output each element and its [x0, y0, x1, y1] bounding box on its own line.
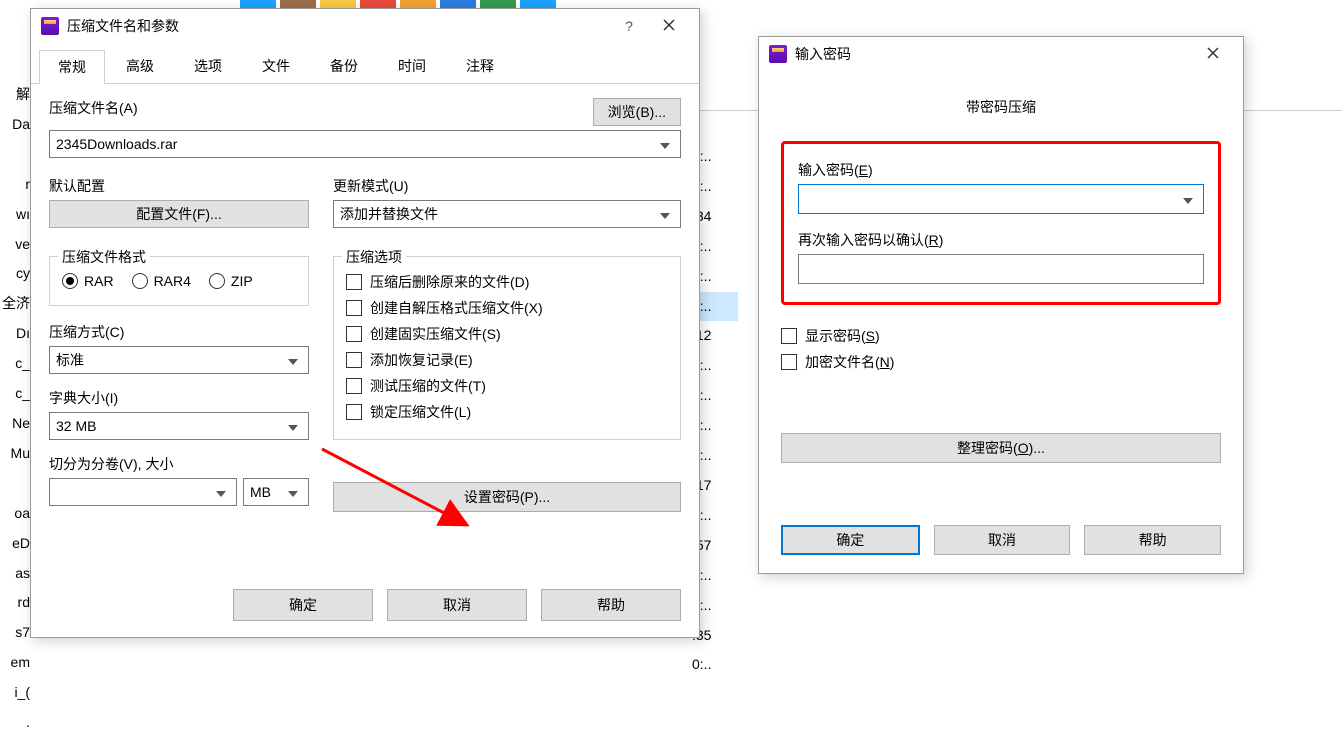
- password-dialog: 输入密码 带密码压缩 输入密码(E) 再次输入密码以确认(R) 显示密码(S): [758, 36, 1244, 574]
- chevron-down-icon[interactable]: [284, 418, 302, 434]
- annotation-highlight-box: 输入密码(E) 再次输入密码以确认(R): [781, 141, 1221, 305]
- format-radios: RAR RAR4 ZIP: [62, 273, 296, 289]
- checkbox-icon: [346, 378, 362, 394]
- set-password-button[interactable]: 设置密码(P)...: [333, 482, 681, 512]
- default-profile-label: 默认配置: [49, 176, 309, 196]
- confirm-password-label: 再次输入密码以确认(R): [798, 230, 1204, 250]
- split-size-combo[interactable]: [49, 478, 237, 506]
- format-radio-rar4[interactable]: RAR4: [132, 273, 191, 289]
- winrar-icon: [769, 45, 787, 63]
- tab-时间[interactable]: 时间: [379, 49, 445, 83]
- encrypt-filenames-checkbox[interactable]: 加密文件名(N): [781, 349, 1221, 375]
- ok-button[interactable]: 确定: [233, 589, 373, 621]
- checkbox-icon: [346, 326, 362, 342]
- ok-button[interactable]: 确定: [781, 525, 920, 555]
- help-button[interactable]: 帮助: [1084, 525, 1221, 555]
- checkbox-icon: [781, 328, 797, 344]
- enter-password-label: 输入密码(E): [798, 160, 1204, 180]
- tab-备份[interactable]: 备份: [311, 49, 377, 83]
- split-label: 切分为分卷(V), 大小: [49, 454, 309, 474]
- option-checkbox[interactable]: 添加恢复记录(E): [346, 347, 668, 373]
- bg-left-fragments: 解 Da r wı ve cy 全济 Dı c_ c_ Ne Mu oa eD …: [0, 80, 30, 738]
- tab-文件[interactable]: 文件: [243, 49, 309, 83]
- titlebar: 压缩文件名和参数 ?: [31, 9, 699, 43]
- checkbox-icon: [346, 352, 362, 368]
- option-checkbox[interactable]: 创建固实压缩文件(S): [346, 321, 668, 347]
- tab-高级[interactable]: 高级: [107, 49, 173, 83]
- close-icon[interactable]: [1193, 46, 1233, 62]
- dict-combo[interactable]: 32 MB: [49, 412, 309, 440]
- format-radio-rar[interactable]: RAR: [62, 273, 114, 289]
- help-button[interactable]: 帮助: [541, 589, 681, 621]
- cancel-button[interactable]: 取消: [387, 589, 527, 621]
- method-combo[interactable]: 标准: [49, 346, 309, 374]
- archive-name-value: 2345Downloads.rar: [56, 136, 177, 152]
- update-mode-label: 更新模式(U): [333, 176, 681, 196]
- confirm-password-input[interactable]: [798, 254, 1204, 284]
- tab-选项[interactable]: 选项: [175, 49, 241, 83]
- options-group-label: 压缩选项: [342, 247, 406, 267]
- dialog-title: 输入密码: [795, 44, 1193, 64]
- profiles-button[interactable]: 配置文件(F)...: [49, 200, 309, 228]
- update-mode-combo[interactable]: 添加并替换文件: [333, 200, 681, 228]
- option-checkbox[interactable]: 压缩后删除原来的文件(D): [346, 269, 668, 295]
- options-list: 压缩后删除原来的文件(D)创建自解压格式压缩文件(X)创建固实压缩文件(S)添加…: [346, 269, 668, 425]
- cancel-button[interactable]: 取消: [934, 525, 1071, 555]
- checkbox-icon: [346, 404, 362, 420]
- chevron-down-icon[interactable]: [656, 206, 674, 222]
- format-group-label: 压缩文件格式: [58, 247, 150, 267]
- show-password-checkbox[interactable]: 显示密码(S): [781, 323, 1221, 349]
- dialog-title: 压缩文件名和参数: [67, 16, 609, 36]
- archive-name-combo[interactable]: 2345Downloads.rar: [49, 130, 681, 158]
- chevron-down-icon[interactable]: [1179, 191, 1197, 207]
- split-unit-combo[interactable]: MB: [243, 478, 309, 506]
- checkbox-icon: [781, 354, 797, 370]
- method-label: 压缩方式(C): [49, 322, 309, 342]
- chevron-down-icon[interactable]: [212, 484, 230, 500]
- archive-name-label: 压缩文件名(A): [49, 98, 138, 118]
- option-checkbox[interactable]: 锁定压缩文件(L): [346, 399, 668, 425]
- dict-label: 字典大小(I): [49, 388, 309, 408]
- tab-注释[interactable]: 注释: [447, 49, 513, 83]
- password-input[interactable]: [798, 184, 1204, 214]
- password-heading: 带密码压缩: [781, 97, 1221, 117]
- organize-passwords-button[interactable]: 整理密码(O)...: [781, 433, 1221, 463]
- tabs: 常规高级选项文件备份时间注释: [31, 43, 699, 84]
- titlebar: 输入密码: [759, 37, 1243, 71]
- checkbox-icon: [346, 300, 362, 316]
- radio-icon: [209, 273, 225, 289]
- help-icon[interactable]: ?: [609, 18, 649, 34]
- browse-button[interactable]: 浏览(B)...: [593, 98, 681, 126]
- option-checkbox[interactable]: 创建自解压格式压缩文件(X): [346, 295, 668, 321]
- close-icon[interactable]: [649, 18, 689, 34]
- winrar-icon: [41, 17, 59, 35]
- radio-icon: [62, 273, 78, 289]
- chevron-down-icon[interactable]: [284, 352, 302, 368]
- chevron-down-icon[interactable]: [656, 136, 674, 152]
- archive-params-dialog: 压缩文件名和参数 ? 常规高级选项文件备份时间注释 压缩文件名(A) 浏览(B)…: [30, 8, 700, 638]
- option-checkbox[interactable]: 测试压缩的文件(T): [346, 373, 668, 399]
- chevron-down-icon[interactable]: [284, 484, 302, 500]
- format-radio-zip[interactable]: ZIP: [209, 273, 253, 289]
- checkbox-icon: [346, 274, 362, 290]
- radio-icon: [132, 273, 148, 289]
- tab-常规[interactable]: 常规: [39, 50, 105, 84]
